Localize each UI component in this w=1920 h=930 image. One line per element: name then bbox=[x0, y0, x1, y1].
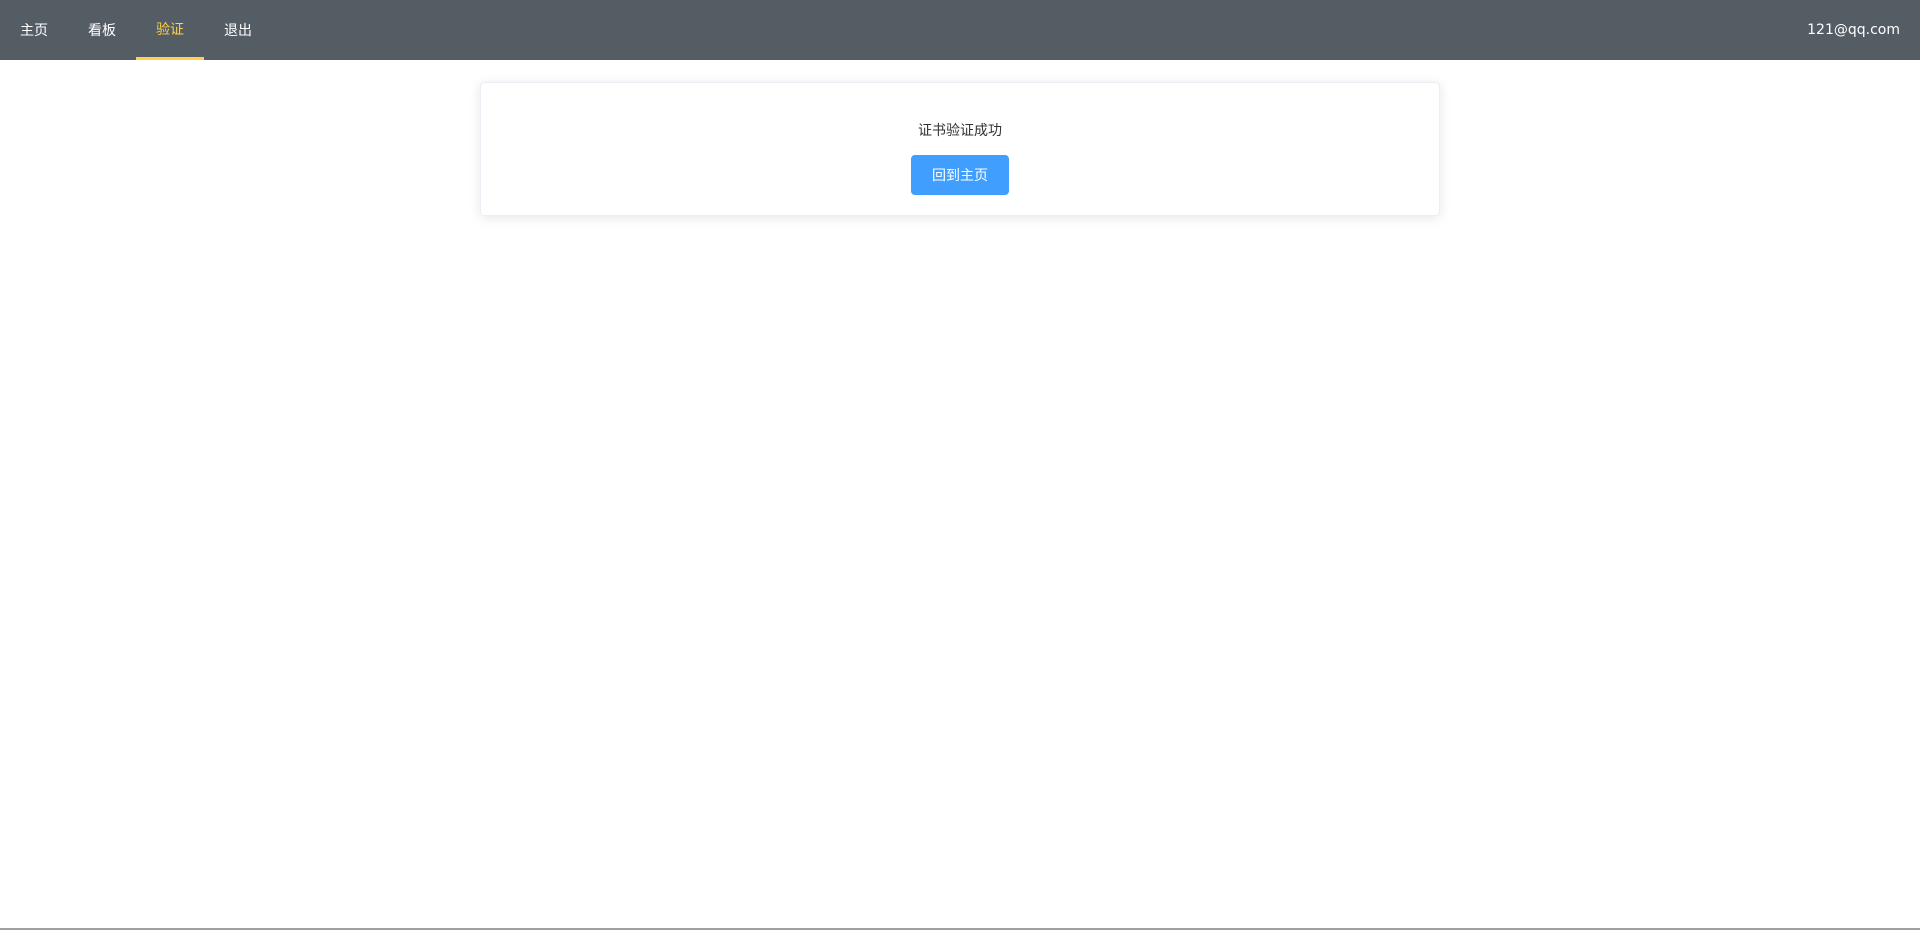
nav-item-home[interactable]: 主页 bbox=[0, 0, 68, 60]
user-email[interactable]: 121@qq.com bbox=[1807, 0, 1920, 60]
nav-menu: 主页 看板 验证 退出 bbox=[0, 0, 272, 60]
page: 主页 看板 验证 退出 121@qq.com 证书验证成功 回到主页 bbox=[0, 0, 1920, 930]
back-home-button[interactable]: 回到主页 bbox=[911, 155, 1009, 195]
verification-result-card: 证书验证成功 回到主页 bbox=[480, 82, 1440, 216]
verification-message: 证书验证成功 bbox=[918, 123, 1002, 139]
nav-item-dashboard[interactable]: 看板 bbox=[68, 0, 136, 60]
nav-item-logout[interactable]: 退出 bbox=[204, 0, 272, 60]
top-navbar: 主页 看板 验证 退出 121@qq.com bbox=[0, 0, 1920, 60]
nav-item-verify[interactable]: 验证 bbox=[136, 0, 204, 60]
